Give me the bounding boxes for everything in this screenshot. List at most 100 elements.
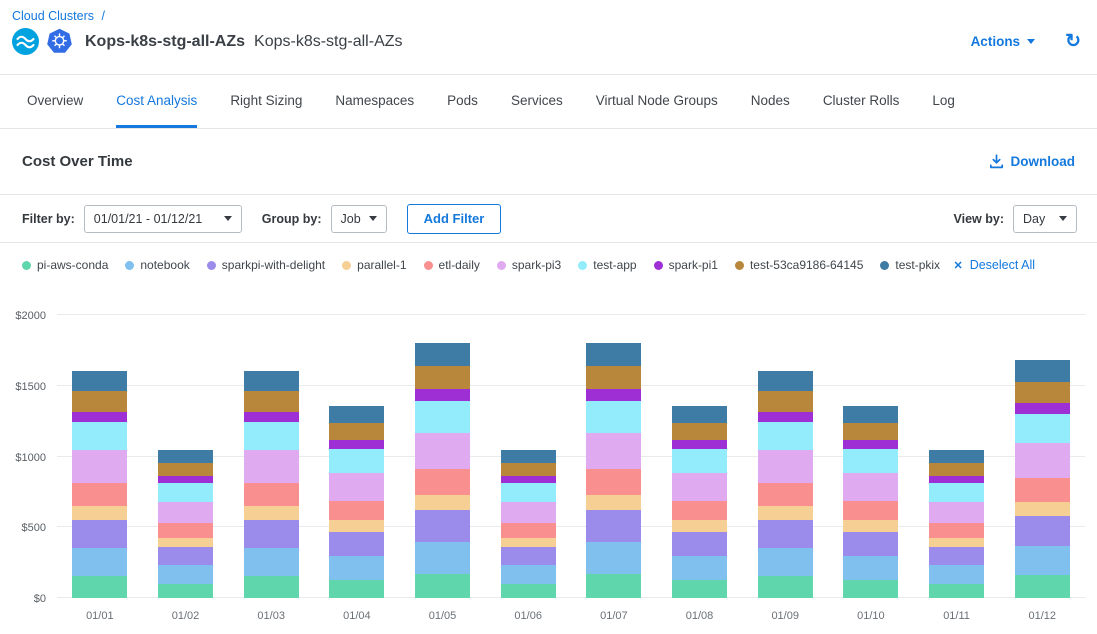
bar-segment-sparkpi-with-delight[interactable]: [672, 532, 727, 556]
bar-segment-spark-pi1[interactable]: [501, 476, 556, 483]
bar-segment-test-app[interactable]: [586, 401, 641, 433]
bar-segment-parallel-1[interactable]: [244, 506, 299, 520]
bar-segment-spark-pi3[interactable]: [758, 450, 813, 483]
bar-segment-notebook[interactable]: [72, 548, 127, 576]
bar-segment-notebook[interactable]: [244, 548, 299, 576]
bar-segment-parallel-1[interactable]: [672, 520, 727, 532]
bar-segment-test-app[interactable]: [244, 422, 299, 450]
bar-segment-pi-aws-conda[interactable]: [929, 584, 984, 598]
bar-segment-test-pkix[interactable]: [158, 450, 213, 463]
bar-segment-notebook[interactable]: [501, 565, 556, 584]
date-range-select[interactable]: 01/01/21 - 01/12/21: [84, 205, 242, 233]
legend-item-spark-pi1[interactable]: spark-pi1: [654, 258, 718, 272]
view-by-select[interactable]: Day: [1013, 205, 1077, 233]
stacked-bar[interactable]: [1015, 360, 1070, 598]
bar-segment-spark-pi1[interactable]: [329, 440, 384, 449]
bar-segment-test-app[interactable]: [158, 483, 213, 502]
bar-segment-etl-daily[interactable]: [501, 523, 556, 538]
bar-segment-test-53ca9186-64145[interactable]: [758, 391, 813, 412]
bar-segment-etl-daily[interactable]: [329, 501, 384, 520]
bar-segment-spark-pi3[interactable]: [72, 450, 127, 483]
bar-segment-pi-aws-conda[interactable]: [1015, 575, 1070, 598]
bar-segment-notebook[interactable]: [586, 542, 641, 574]
refresh-icon[interactable]: ↻: [1065, 32, 1081, 51]
bar-segment-spark-pi1[interactable]: [72, 412, 127, 422]
bar-segment-test-53ca9186-64145[interactable]: [501, 463, 556, 476]
bar-segment-test-pkix[interactable]: [843, 406, 898, 423]
bar-segment-spark-pi1[interactable]: [415, 389, 470, 401]
tab-virtual-node-groups[interactable]: Virtual Node Groups: [596, 75, 718, 128]
add-filter-button[interactable]: Add Filter: [407, 204, 502, 234]
bar-segment-pi-aws-conda[interactable]: [329, 580, 384, 598]
bar-segment-pi-aws-conda[interactable]: [158, 584, 213, 598]
bar-segment-sparkpi-with-delight[interactable]: [244, 520, 299, 548]
bar-segment-spark-pi3[interactable]: [244, 450, 299, 483]
bar-segment-pi-aws-conda[interactable]: [758, 576, 813, 598]
bar-segment-test-53ca9186-64145[interactable]: [72, 391, 127, 412]
bar-segment-parallel-1[interactable]: [415, 495, 470, 510]
bar-segment-spark-pi1[interactable]: [843, 440, 898, 449]
bar-segment-parallel-1[interactable]: [929, 538, 984, 547]
bar-segment-sparkpi-with-delight[interactable]: [1015, 516, 1070, 546]
bar-segment-parallel-1[interactable]: [843, 520, 898, 532]
bar-segment-pi-aws-conda[interactable]: [501, 584, 556, 598]
bar-segment-test-pkix[interactable]: [329, 406, 384, 423]
bar-segment-spark-pi1[interactable]: [758, 412, 813, 422]
bar-segment-test-53ca9186-64145[interactable]: [929, 463, 984, 476]
bar-segment-spark-pi3[interactable]: [329, 473, 384, 501]
legend-item-spark-pi3[interactable]: spark-pi3: [497, 258, 561, 272]
bar-segment-parallel-1[interactable]: [158, 538, 213, 547]
bar-segment-test-pkix[interactable]: [501, 450, 556, 463]
bar-segment-test-pkix[interactable]: [244, 371, 299, 392]
bar-segment-test-app[interactable]: [72, 422, 127, 450]
legend-item-parallel-1[interactable]: parallel-1: [342, 258, 406, 272]
bar-segment-parallel-1[interactable]: [758, 506, 813, 520]
bar-segment-test-53ca9186-64145[interactable]: [158, 463, 213, 476]
tab-nodes[interactable]: Nodes: [751, 75, 790, 128]
bar-segment-spark-pi3[interactable]: [415, 433, 470, 470]
stacked-bar[interactable]: [72, 371, 127, 598]
download-button[interactable]: Download: [989, 154, 1076, 169]
tab-cost-analysis[interactable]: Cost Analysis: [116, 75, 197, 128]
bar-segment-spark-pi3[interactable]: [1015, 443, 1070, 478]
bar-segment-parallel-1[interactable]: [329, 520, 384, 532]
bar-segment-test-53ca9186-64145[interactable]: [843, 423, 898, 440]
bar-segment-notebook[interactable]: [415, 542, 470, 574]
bar-segment-test-pkix[interactable]: [586, 343, 641, 366]
bar-segment-etl-daily[interactable]: [72, 483, 127, 506]
bar-segment-test-pkix[interactable]: [929, 450, 984, 463]
legend-item-sparkpi-with-delight[interactable]: sparkpi-with-delight: [207, 258, 325, 272]
bar-segment-parallel-1[interactable]: [72, 506, 127, 520]
bar-segment-notebook[interactable]: [672, 556, 727, 580]
tab-pods[interactable]: Pods: [447, 75, 478, 128]
bar-segment-sparkpi-with-delight[interactable]: [501, 547, 556, 566]
tab-services[interactable]: Services: [511, 75, 563, 128]
stacked-bar[interactable]: [158, 450, 213, 598]
bar-segment-etl-daily[interactable]: [244, 483, 299, 506]
bar-segment-sparkpi-with-delight[interactable]: [929, 547, 984, 566]
bar-segment-notebook[interactable]: [843, 556, 898, 580]
bar-segment-etl-daily[interactable]: [586, 469, 641, 495]
bar-segment-test-53ca9186-64145[interactable]: [244, 391, 299, 412]
bar-segment-sparkpi-with-delight[interactable]: [843, 532, 898, 556]
legend-item-test-53ca9186-64145[interactable]: test-53ca9186-64145: [735, 258, 863, 272]
bar-segment-etl-daily[interactable]: [158, 523, 213, 538]
bar-segment-test-pkix[interactable]: [672, 406, 727, 423]
bar-segment-test-app[interactable]: [843, 449, 898, 473]
bar-segment-parallel-1[interactable]: [501, 538, 556, 547]
tab-right-sizing[interactable]: Right Sizing: [230, 75, 302, 128]
bar-segment-test-app[interactable]: [929, 483, 984, 502]
bar-segment-test-53ca9186-64145[interactable]: [586, 366, 641, 389]
bar-segment-spark-pi1[interactable]: [929, 476, 984, 483]
bar-segment-spark-pi3[interactable]: [929, 502, 984, 524]
bar-segment-pi-aws-conda[interactable]: [672, 580, 727, 598]
bar-segment-pi-aws-conda[interactable]: [244, 576, 299, 598]
bar-segment-pi-aws-conda[interactable]: [843, 580, 898, 598]
bar-segment-test-app[interactable]: [1015, 414, 1070, 444]
bar-segment-sparkpi-with-delight[interactable]: [586, 510, 641, 542]
bar-segment-etl-daily[interactable]: [843, 501, 898, 520]
bar-segment-test-pkix[interactable]: [1015, 360, 1070, 381]
bar-segment-parallel-1[interactable]: [1015, 502, 1070, 516]
bar-segment-spark-pi3[interactable]: [501, 502, 556, 524]
legend-item-pi-aws-conda[interactable]: pi-aws-conda: [22, 258, 108, 272]
